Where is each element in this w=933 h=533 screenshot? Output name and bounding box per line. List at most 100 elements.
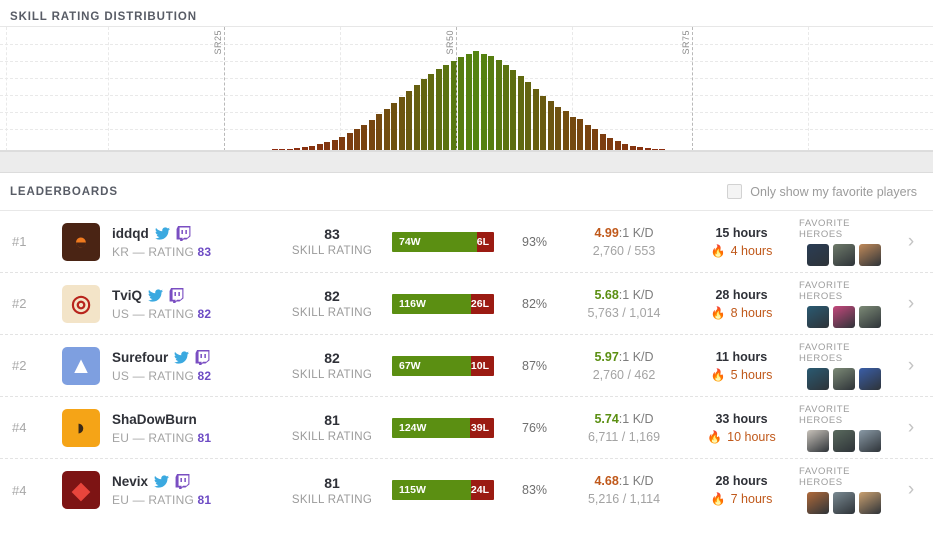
hours-recent-row: 🔥 5 hours <box>684 368 799 382</box>
skill-rating-cell: 83 SKILL RATING <box>272 226 392 257</box>
skill-rating-caption: SKILL RATING <box>291 493 373 506</box>
avatar-glyph: ◆ <box>72 476 90 503</box>
chevron-right-icon[interactable]: › <box>889 479 933 501</box>
skill-rating-caption: SKILL RATING <box>291 369 373 381</box>
flame-icon: 🔥 <box>710 492 726 506</box>
kd-detail: 2,760 / 553 <box>592 243 656 258</box>
favorite-players-label: Only show my favorite players <box>750 184 917 199</box>
distribution-bar <box>540 96 547 151</box>
hours-recent: 8 hours <box>730 305 773 320</box>
twitch-icon[interactable] <box>195 349 210 365</box>
twitter-icon[interactable] <box>154 474 170 489</box>
hero-portrait[interactable] <box>859 367 881 390</box>
player-name[interactable]: ShaDowBurn <box>112 412 197 427</box>
twitch-icon[interactable] <box>176 225 191 241</box>
avatar-glyph: ◗ <box>74 414 88 440</box>
player-cell[interactable]: ◗ ShaDowBurn EU — RATING 81 <box>62 408 272 447</box>
player-cell[interactable]: ◎ TviQ US — RATING 82 <box>62 284 272 323</box>
hero-portrait[interactable] <box>807 429 829 452</box>
hero-portrait[interactable] <box>833 492 855 514</box>
hero-portrait[interactable] <box>833 243 855 266</box>
player-name[interactable]: iddqd <box>112 226 149 241</box>
hours-total: 28 hours <box>715 474 768 488</box>
player-cell[interactable]: ◆ Nevix EU — RATING 81 <box>62 471 272 509</box>
hero-portrait[interactable] <box>859 429 881 452</box>
hours-recent: 10 hours <box>727 429 776 444</box>
distribution-bar <box>361 125 368 151</box>
player-cell[interactable]: ▲ Surefour US — RATING 82 <box>62 346 272 385</box>
hero-portrait[interactable] <box>807 305 829 328</box>
distribution-bar <box>532 89 539 151</box>
avatar: ◓ <box>62 222 100 261</box>
favorite-heroes-list <box>807 367 881 390</box>
sr-marker-line <box>456 27 457 151</box>
hero-portrait[interactable] <box>859 492 881 514</box>
hero-portrait[interactable] <box>807 367 829 390</box>
win-loss-bar: 74W 6L <box>392 231 494 252</box>
kd-ratio: 5.74:1 K/D <box>594 411 654 426</box>
avatar: ▲ <box>62 346 100 385</box>
distribution-bar <box>465 54 472 151</box>
leaderboard-rows: #1 ◓ iddqd KR — RATING 83 83 SKILL RATING 74W 6… <box>0 211 933 521</box>
chevron-right-icon[interactable]: › <box>889 231 933 253</box>
hero-portrait[interactable] <box>807 243 829 266</box>
favorite-players-checkbox[interactable] <box>727 184 743 199</box>
kd-cell: 5.68:1 K/D 5,763 / 1,014 <box>564 288 684 320</box>
favorite-heroes-caption: FAVORITE HEROES <box>799 403 851 426</box>
player-name[interactable]: TviQ <box>112 288 142 303</box>
twitch-icon[interactable] <box>175 474 190 489</box>
hours-total: 11 hours <box>715 349 768 364</box>
hours-total: 28 hours <box>715 287 768 302</box>
skill-rating-cell: 81 SKILL RATING <box>272 412 392 443</box>
table-row[interactable]: #2 ◎ TviQ US — RATING 82 82 SKILL RATING 116W 2… <box>0 273 933 335</box>
distribution-bar <box>495 60 502 151</box>
win-percentage: 83% <box>522 483 548 497</box>
twitter-icon[interactable] <box>154 226 170 241</box>
leaderboards-panel: LEADERBOARDS Only show my favorite playe… <box>0 173 933 521</box>
skill-rating-cell: 81 SKILL RATING <box>272 475 392 506</box>
chevron-right-icon[interactable]: › <box>889 417 933 439</box>
hours-total: 15 hours <box>715 225 768 240</box>
avatar: ◆ <box>62 471 100 509</box>
wins-segment: 124W <box>392 417 470 438</box>
player-name[interactable]: Surefour <box>112 350 168 365</box>
hero-portrait[interactable] <box>833 429 855 452</box>
favorite-heroes-cell: FAVORITE HEROES <box>799 342 889 390</box>
hero-portrait[interactable] <box>807 492 829 514</box>
avatar: ◎ <box>62 284 100 323</box>
distribution-bar <box>346 133 353 151</box>
table-row[interactable]: #2 ▲ Surefour US — RATING 82 82 SKILL RATING 6… <box>0 335 933 397</box>
distribution-bar <box>488 56 495 151</box>
twitter-icon[interactable] <box>174 350 190 365</box>
distribution-bar <box>435 69 442 151</box>
table-row[interactable]: #4 ◗ ShaDowBurn EU — RATING 81 81 SKILL RATIN… <box>0 397 933 459</box>
favorite-heroes-caption: FAVORITE HEROES <box>799 466 851 488</box>
win-loss-cell: 67W 10L <box>392 355 522 376</box>
hours-recent-row: 🔥 8 hours <box>684 306 799 320</box>
twitter-icon[interactable] <box>148 288 164 303</box>
hero-portrait[interactable] <box>859 243 881 266</box>
favorite-players-filter[interactable]: Only show my favorite players <box>727 184 917 199</box>
favorite-heroes-caption: FAVORITE HEROES <box>799 217 851 240</box>
table-row[interactable]: #1 ◓ iddqd KR — RATING 83 83 SKILL RATING 74W 6… <box>0 211 933 273</box>
hero-portrait[interactable] <box>833 367 855 390</box>
twitch-icon[interactable] <box>169 287 184 303</box>
chart-baseline <box>0 150 933 151</box>
hero-portrait[interactable] <box>833 305 855 328</box>
chevron-right-icon[interactable]: › <box>889 293 933 315</box>
distribution-bar <box>458 57 465 151</box>
player-cell[interactable]: ◓ iddqd KR — RATING 83 <box>62 222 272 261</box>
chevron-right-icon[interactable]: › <box>889 355 933 377</box>
player-rating-value: 81 <box>197 430 212 445</box>
win-loss-cell: 74W 6L <box>392 231 522 252</box>
player-info: TviQ US — RATING 82 <box>112 287 211 321</box>
distribution-bar <box>339 137 346 151</box>
distribution-bar <box>398 97 405 151</box>
table-row[interactable]: #4 ◆ Nevix EU — RATING 81 81 SKILL RATING 115W… <box>0 459 933 521</box>
distribution-bar <box>368 120 375 151</box>
kd-cell: 5.74:1 K/D 6,711 / 1,169 <box>564 412 684 444</box>
hero-portrait[interactable] <box>859 305 881 328</box>
win-loss-cell: 115W 24L <box>392 480 522 500</box>
favorite-heroes-cell: FAVORITE HEROES <box>799 404 889 452</box>
player-name[interactable]: Nevix <box>112 474 148 489</box>
